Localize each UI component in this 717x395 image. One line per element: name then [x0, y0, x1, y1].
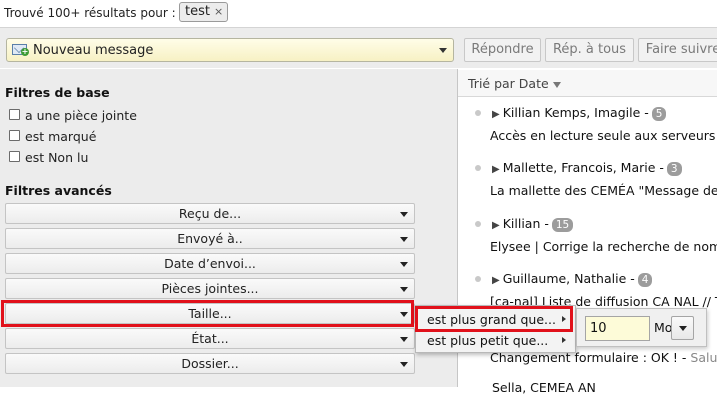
plus-icon: + — [21, 47, 29, 56]
basic-filters-title: Filtres de base — [5, 85, 110, 100]
thread-count-badge: 15 — [551, 218, 574, 232]
thread-header[interactable]: Sella, CEMEA AN — [492, 380, 596, 395]
state-filter[interactable]: État... — [5, 328, 415, 349]
attachments-filter[interactable]: Pièces jointes... — [5, 278, 415, 299]
expand-thread-icon: ▶ — [492, 164, 500, 175]
has-attachment-checkbox[interactable] — [9, 109, 20, 120]
unread-dot-icon[interactable] — [475, 165, 481, 171]
size-unit-label: Mo — [654, 320, 673, 335]
unread-dot-icon[interactable] — [475, 276, 481, 282]
sort-label[interactable]: Trié par Date — [468, 76, 549, 91]
size-filter-highlight — [1, 300, 414, 327]
chevron-down-icon — [400, 212, 408, 217]
thread-header[interactable]: ▶ Guillaume, Nathalie -4 — [492, 271, 653, 287]
thread-participants: Killian - — [502, 216, 549, 231]
chevron-down-icon — [679, 326, 687, 331]
received-from-label: Reçu de... — [178, 206, 242, 221]
thread-subject[interactable]: Accès en lecture seule aux serveurs D — [490, 128, 717, 143]
thread-count-badge: 4 — [637, 273, 653, 287]
thread-header[interactable]: ▶ Mallette, Francois, Marie -3 — [492, 160, 682, 176]
thread-participants: Guillaume, Nathalie - — [502, 271, 635, 286]
thread-participants: Sella, CEMEA AN — [492, 380, 596, 395]
larger-than-highlight — [415, 306, 573, 332]
chevron-down-icon[interactable] — [439, 48, 447, 53]
search-token-text: test — [185, 4, 210, 19]
is-unread-label: est Non lu — [25, 150, 89, 165]
search-token[interactable]: test × — [179, 2, 229, 22]
expand-thread-icon: ▶ — [492, 275, 500, 286]
sort-order-icon[interactable] — [553, 82, 561, 88]
chevron-down-icon — [400, 362, 408, 367]
chevron-down-icon — [400, 337, 408, 342]
thread-participants: Mallette, Francois, Marie - — [502, 160, 664, 175]
thread-header[interactable]: ▶ Killian Kemps, Imagile -5 — [492, 105, 667, 121]
thread-count-badge: 5 — [651, 107, 667, 121]
thread-participants: Killian Kemps, Imagile - — [502, 105, 649, 120]
received-from-filter[interactable]: Reçu de... — [5, 203, 415, 224]
menu-item-smaller-than[interactable]: est plus petit que... — [415, 330, 574, 351]
folder-label: Dossier... — [181, 356, 239, 371]
is-flagged-label: est marqué — [25, 129, 97, 144]
forward-button[interactable]: Faire suivre — [638, 38, 717, 62]
has-attachment-label: a une pièce jointe — [25, 108, 137, 123]
submenu-arrow-icon — [562, 337, 566, 343]
unit-dropdown-button[interactable] — [671, 316, 694, 340]
size-value-input[interactable] — [585, 316, 650, 341]
state-label: État... — [191, 331, 229, 346]
thread-subject[interactable]: La mallette des CEMÉA "Message de M — [490, 183, 717, 198]
menu-item-label: est plus petit que... — [427, 333, 549, 348]
reply-button[interactable]: Répondre — [464, 38, 541, 62]
new-message-button[interactable]: + Nouveau message — [6, 38, 454, 62]
unread-dot-icon[interactable] — [475, 221, 481, 227]
sent-date-label: Date d’envoi... — [164, 256, 256, 271]
thread-count-badge: 3 — [666, 162, 682, 176]
sent-to-label: Envoyé à.. — [177, 231, 243, 246]
new-message-label: Nouveau message — [33, 43, 154, 58]
results-count-label: Trouvé 100+ résultats pour : — [4, 6, 176, 20]
expand-thread-icon: ▶ — [492, 109, 500, 120]
chevron-down-icon — [400, 287, 408, 292]
expand-thread-icon: ▶ — [492, 220, 500, 231]
thread-subject[interactable]: Elysee | Corrige la recherche de noms — [490, 239, 717, 254]
remove-token-icon[interactable]: × — [214, 5, 223, 18]
reply-all-button[interactable]: Rép. à tous — [545, 38, 634, 62]
folder-filter[interactable]: Dossier... — [5, 353, 415, 374]
chevron-down-icon — [400, 237, 408, 242]
sent-date-filter[interactable]: Date d’envoi... — [5, 253, 415, 274]
is-flagged-checkbox[interactable] — [9, 130, 20, 141]
is-unread-checkbox[interactable] — [9, 151, 20, 162]
sent-to-filter[interactable]: Envoyé à.. — [5, 228, 415, 249]
unread-dot-icon[interactable] — [475, 110, 481, 116]
advanced-filters-title: Filtres avancés — [5, 183, 112, 198]
attachments-label: Pièces jointes... — [161, 281, 259, 296]
chevron-down-icon — [400, 262, 408, 267]
thread-header[interactable]: ▶ Killian -15 — [492, 216, 574, 232]
